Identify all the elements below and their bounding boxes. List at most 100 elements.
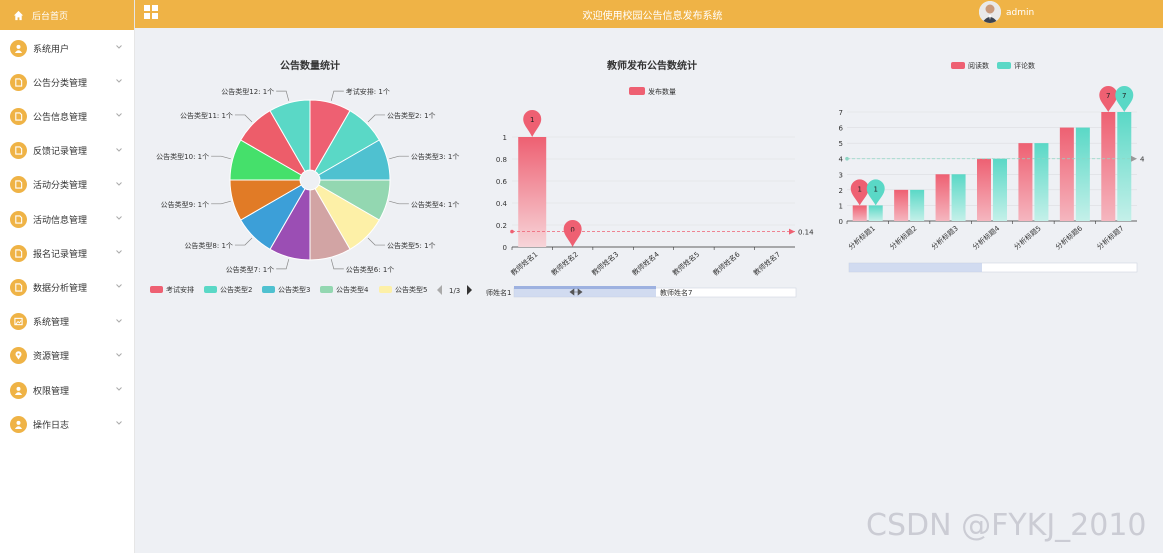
pie-title: 公告数量统计 — [280, 59, 340, 72]
sidebar-item-7[interactable]: 报名记录管理 — [0, 236, 135, 270]
legend-swatch — [379, 286, 392, 293]
chevron-down-icon — [116, 113, 122, 118]
y-tick-label: 0 — [503, 244, 507, 252]
pie-slice-label: 公告类型3: 1个 — [411, 152, 460, 161]
chevron-down-icon — [116, 250, 122, 254]
mark-point-label: 1 — [873, 185, 877, 193]
bar — [977, 158, 991, 221]
sidebar-item-6[interactable]: 活动信息管理 — [0, 202, 135, 236]
file-icon — [10, 73, 27, 91]
sidebar-item-label: 反馈记录管理 — [33, 147, 88, 158]
pie-label-line — [276, 90, 290, 101]
data-zoom-handle-bar — [514, 286, 656, 289]
sidebar-item-8[interactable]: 数据分析管理 — [0, 270, 135, 304]
chevron-down-icon — [116, 45, 122, 49]
sidebar-home[interactable]: 后台首页 — [0, 0, 134, 30]
mark-point-label: 0 — [570, 226, 574, 234]
sidebar-item-label: 系统用户 — [33, 44, 70, 55]
x-tick-label: 教师姓名7 — [751, 250, 782, 278]
sidebar-item-4[interactable]: 反馈记录管理 — [0, 134, 135, 168]
y-tick-label: 7 — [839, 109, 843, 117]
pie-slice-label: 公告类型11: 1个 — [180, 111, 233, 120]
chevron-down-icon — [116, 147, 122, 152]
watermark: CSDN @FYKJ_2010 — [866, 508, 1147, 543]
legend-prev-icon — [437, 285, 442, 295]
sidebar-item-label: 系统管理 — [33, 318, 70, 329]
sidebar-item-11[interactable]: 权限管理 — [0, 373, 135, 407]
bar — [993, 158, 1007, 221]
teacher-notice-chart: 教师发布公告数统计 发布数量 0 0.2 0.4 0.6 0.8 1 教师姓名1 教师姓名2 教师姓… — [482, 50, 822, 310]
file-icon — [10, 142, 27, 160]
teacher-bar-chart: 教师发布公告数统计发布数量 0 0.2 0.4 0.6 0.8 1 教师姓名1 教师姓名2 教师姓… — [486, 59, 814, 298]
bar — [852, 205, 867, 221]
pie-slice-label: 公告类型7: 1个 — [226, 265, 275, 274]
legend-label: 公告类型4 — [336, 285, 369, 294]
sidebar-item-1[interactable]: 系统用户 — [0, 31, 135, 65]
sidebar-item-9[interactable]: 系统管理 — [0, 305, 135, 339]
user-name[interactable]: admin — [1006, 8, 1034, 18]
legend-label: 公告类型5 — [395, 285, 427, 294]
x-tick-label: 分析标题2 — [888, 224, 919, 252]
file-icon — [10, 210, 27, 228]
x-tick-label: 教师姓名2 — [549, 250, 580, 278]
average-mark-label: 0.14 — [798, 229, 814, 237]
pie-slice-label: 公告类型8: 1个 — [184, 241, 233, 250]
y-tick-label: 1 — [839, 202, 843, 210]
sidebar-item-10[interactable]: 资源管理 — [0, 339, 135, 373]
y-tick-label: 0.6 — [496, 178, 508, 186]
bar — [1117, 112, 1132, 221]
legend-swatch — [262, 286, 275, 293]
pie-slice-label: 公告类型6: 1个 — [346, 265, 395, 274]
sidebar: 后台首页 系统用户公告分类管理 公告信息管理 反馈记录管理活动分类管理 活动信息管理报… — [0, 0, 135, 553]
sidebar-item-12[interactable]: 操作日志 — [0, 407, 135, 441]
user-icon — [10, 381, 27, 399]
legend-swatch — [997, 62, 1011, 69]
bar — [1101, 112, 1116, 221]
data-zoom-start-label: 师姓名1 — [486, 288, 511, 297]
image-icon — [10, 313, 27, 331]
chevron-down-icon — [116, 421, 122, 425]
pie-label-line — [389, 155, 409, 160]
x-tick-label: 分析标题3 — [929, 224, 960, 252]
pie-slice-label: 公告类型12: 1个 — [221, 87, 274, 96]
pie-label-line — [234, 237, 253, 246]
avatar[interactable] — [979, 1, 1001, 23]
legend-next-icon — [467, 285, 472, 295]
bar — [1034, 143, 1049, 221]
legend-label: 公告类型2 — [220, 285, 252, 294]
bar — [518, 137, 547, 247]
x-tick-label: 分析标题1 — [846, 224, 877, 252]
legend-label: 阅读数 — [968, 61, 989, 70]
file-icon — [10, 244, 27, 262]
data-zoom-end-label: 教师姓名7 — [660, 288, 692, 297]
pie-slice-label: 公告类型4: 1个 — [411, 200, 460, 209]
sidebar-item-3[interactable]: 公告信息管理 — [0, 99, 135, 133]
legend-page-indicator: 1/3 — [449, 287, 460, 295]
legend-swatch — [629, 87, 645, 95]
analysis-chart: 阅读数 评论数 0 1 2 3 4 5 6 7 分析标题1 分析标题2 分析标题3 分析标题4 分析标题5 分… — [826, 50, 1156, 280]
legend-label: 评论数 — [1014, 61, 1035, 70]
home-icon — [13, 10, 24, 20]
mark-point-label: 1 — [530, 116, 534, 124]
y-tick-label: 6 — [839, 125, 844, 133]
x-tick-label: 教师姓名1 — [509, 250, 540, 278]
bar — [935, 174, 950, 221]
x-tick-label: 教师姓名4 — [630, 249, 661, 277]
sidebar-item-label: 公告分类管理 — [33, 78, 88, 89]
y-tick-label: 5 — [839, 140, 843, 148]
sidebar-item-label: 公告信息管理 — [33, 112, 88, 123]
legend-swatch — [204, 286, 217, 293]
chevron-down-icon — [116, 79, 122, 83]
pie-label-line — [389, 200, 409, 205]
sidebar-item-5[interactable]: 活动分类管理 — [0, 168, 135, 202]
bar — [1075, 127, 1090, 221]
legend-label: 考试安排 — [166, 285, 194, 294]
sidebar-item-label: 权限管理 — [33, 386, 70, 397]
x-tick-label: 分析标题5 — [1012, 224, 1043, 252]
sidebar-item-2[interactable]: 公告分类管理 — [0, 65, 135, 99]
average-mark-label: 4 — [1140, 156, 1145, 164]
data-zoom-window — [849, 263, 982, 272]
bar — [910, 189, 925, 221]
mark-line-arrow — [789, 228, 795, 235]
sidebar-item-label: 报名记录管理 — [33, 249, 88, 260]
